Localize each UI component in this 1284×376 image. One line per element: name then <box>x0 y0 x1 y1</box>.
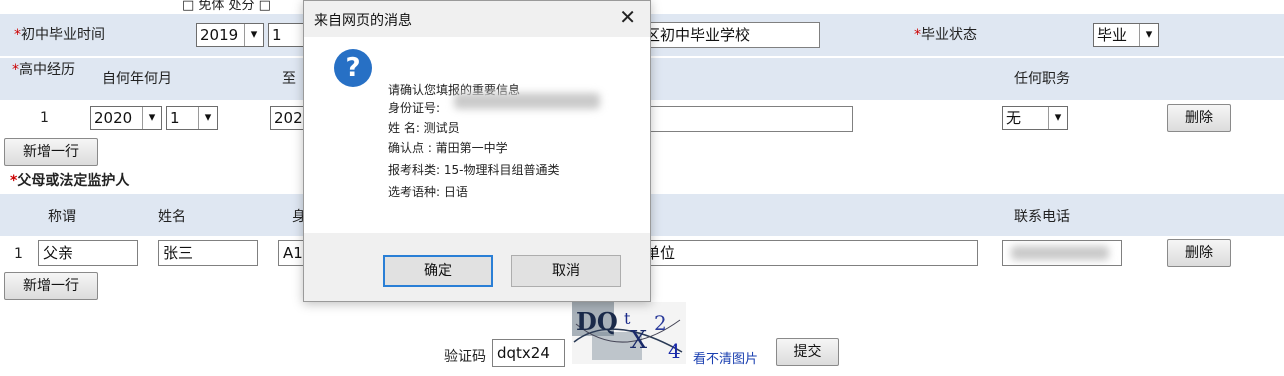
svg-text:4: 4 <box>668 339 681 363</box>
senior-delete-button[interactable]: 删除 <box>1167 104 1231 132</box>
col-position-header: 任何职务 <box>1014 71 1070 87</box>
col-from-header: 自何年何月 <box>102 71 172 87</box>
top-checkbox-fragment: □ 免体 处分 □ <box>182 0 271 13</box>
junior-grad-time-label: *初中毕业时间 <box>14 27 105 43</box>
chevron-down-icon: ▾ <box>244 24 263 46</box>
senior-school-input[interactable] <box>640 106 853 132</box>
redacted-phone <box>1011 246 1109 260</box>
col-name-header: 姓名 <box>158 209 186 225</box>
dialog-message-line: 身份证号: <box>388 101 441 115</box>
senior-row-number: 1 <box>40 110 49 126</box>
cancel-button[interactable]: 取消 <box>511 255 621 287</box>
senior-from-year-select[interactable]: 2020 ▾ <box>90 106 162 130</box>
dialog-message-line: 姓 名: 测试员 <box>388 121 460 135</box>
dialog-message-line: 报考科类: 15-物理科目组普通类 <box>388 163 560 177</box>
guardian-delete-button[interactable]: 删除 <box>1167 239 1231 267</box>
guardian-phone-input[interactable] <box>1002 240 1122 266</box>
col-relation-header: 称谓 <box>48 209 76 225</box>
guardian-name-input[interactable]: 张三 <box>158 240 258 266</box>
guardian-id-input[interactable]: A1 <box>278 240 306 266</box>
chevron-down-icon: ▾ <box>142 107 161 129</box>
col-to-header: 至 <box>282 71 296 87</box>
chevron-down-icon: ▾ <box>1139 24 1158 46</box>
junior-school-input[interactable]: 区初中毕业学校 <box>640 22 820 48</box>
grad-status-select[interactable]: 毕业 ▾ <box>1093 23 1159 47</box>
question-icon: ? <box>334 49 372 87</box>
guardian-relation-input[interactable]: 父亲 <box>38 240 138 266</box>
svg-text:DQ: DQ <box>576 307 618 336</box>
dialog-title: 来自网页的消息 <box>314 13 412 29</box>
redacted-id-number <box>454 93 600 109</box>
chevron-down-icon: ▾ <box>198 107 217 129</box>
svg-text:X: X <box>630 326 647 354</box>
junior-grad-month-select[interactable]: 1 <box>268 23 308 47</box>
captcha-image: DQ t X 2 4 <box>572 302 686 364</box>
guardian-section-label: *父母或法定监护人 <box>10 173 130 189</box>
grad-status-label: *毕业状态 <box>914 27 977 43</box>
ok-button[interactable]: 确定 <box>383 255 493 287</box>
guardian-row-number: 1 <box>14 246 23 262</box>
chevron-down-icon: ▾ <box>1048 107 1067 129</box>
col-phone-header: 联系电话 <box>1014 209 1070 225</box>
senior-history-label: *高中经历 <box>12 62 75 78</box>
junior-grad-year-select[interactable]: 2019 ▾ <box>196 23 264 47</box>
senior-add-row-button[interactable]: 新增一行 <box>4 138 98 166</box>
dialog-message-line: 选考语种: 日语 <box>388 185 468 199</box>
close-icon[interactable]: ✕ <box>619 7 636 27</box>
guardian-unit-input[interactable]: 单位 <box>640 240 978 266</box>
captcha-label: 验证码 <box>444 349 486 365</box>
captcha-refresh-link[interactable]: 看不清图片 <box>693 348 758 367</box>
guardian-add-row-button[interactable]: 新增一行 <box>4 272 98 300</box>
senior-position-select[interactable]: 无 ▾ <box>1002 106 1068 130</box>
dialog-message-line: 确认点 : 莆田第一中学 <box>388 141 508 155</box>
message-dialog: 来自网页的消息 ✕ ? 请确认您填报的重要信息 身份证号: 姓 名: 测试员 确… <box>303 0 651 302</box>
senior-from-month-select[interactable]: 1 ▾ <box>166 106 218 130</box>
captcha-input[interactable]: dqtx24 <box>492 339 565 367</box>
svg-text:2: 2 <box>654 311 667 335</box>
submit-button[interactable]: 提交 <box>776 338 839 366</box>
